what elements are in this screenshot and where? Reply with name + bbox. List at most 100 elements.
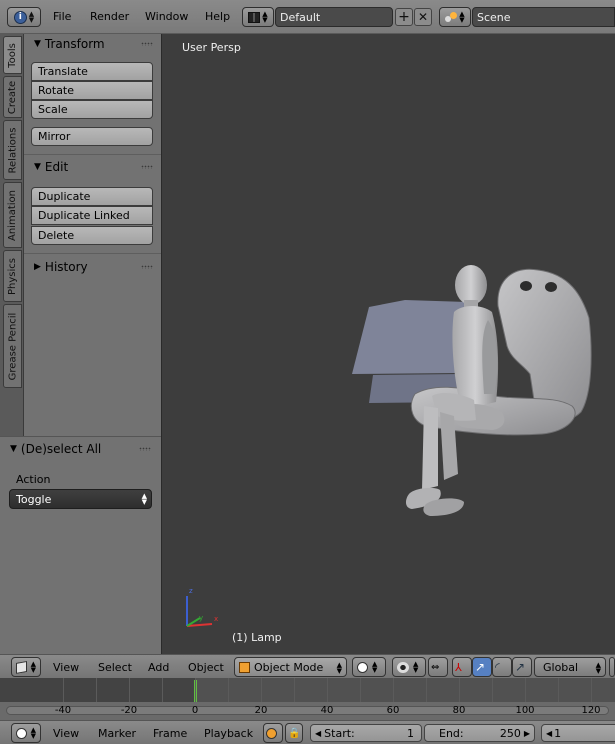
tab-tools[interactable]: Tools [3, 36, 22, 74]
screen-layout-selector[interactable]: ▲ ▼ [242, 7, 274, 27]
tab-physics[interactable]: Physics [3, 250, 22, 302]
operator-panel-header[interactable]: ▼ (De)select All [0, 439, 161, 459]
object-mode-icon [239, 661, 250, 673]
menu-select[interactable]: Select [98, 661, 132, 674]
updown-arrows-icon: ▲ ▼ [262, 10, 268, 24]
add-layout-icon[interactable]: + [395, 8, 413, 26]
end-value: 250 [499, 726, 521, 740]
layer-buttons[interactable] [609, 657, 615, 677]
timeline-editor[interactable]: -40 -20 0 20 40 60 80 100 120 [0, 678, 615, 720]
rotate-manipulator-icon[interactable]: ◜ [492, 657, 512, 677]
clock-icon [266, 727, 277, 739]
active-object-label: (1) Lamp [232, 631, 282, 644]
editor-type-button[interactable]: i ▲ ▼ [7, 7, 41, 27]
clock-icon [16, 727, 27, 739]
solid-shading-icon [357, 661, 368, 673]
menu-marker[interactable]: Marker [98, 727, 136, 740]
updown-arrows-icon: ▲ ▼ [141, 492, 147, 506]
tab-grease-pencil[interactable]: Grease Pencil [3, 304, 22, 388]
preview-range-button[interactable] [263, 723, 283, 743]
transform-orientation-selector[interactable]: Global ▲ ▼ [534, 657, 606, 677]
drag-grip-icon[interactable] [141, 165, 153, 169]
scene-selector[interactable]: ▲ ▼ [439, 7, 471, 27]
tab-animation[interactable]: Animation [3, 182, 22, 248]
tab-relations[interactable]: Relations [3, 120, 22, 180]
scale-manipulator-icon[interactable]: ↗ [512, 657, 532, 677]
timeline-grid-line [195, 678, 196, 702]
3d-viewport[interactable]: User Persp z y x (1) Lamp [161, 34, 615, 654]
timeline-grid-line [228, 678, 229, 702]
menu-help[interactable]: Help [205, 10, 230, 23]
rotate-icon: ◜ [495, 660, 500, 674]
tab-label: Grease Pencil [7, 312, 18, 380]
timeline-grid-line [294, 678, 295, 702]
menu-window[interactable]: Window [145, 10, 188, 23]
lock-range-button[interactable]: 🔒 [285, 723, 303, 743]
pivot-icon [397, 661, 409, 673]
menu-render[interactable]: Render [90, 10, 129, 23]
edit-panel-header[interactable]: ▼ Edit [24, 157, 161, 177]
scene-label: Scene [477, 10, 511, 24]
screen-layout-name[interactable]: Default [275, 7, 393, 27]
end-frame-field[interactable]: End: 250 ▶ [424, 724, 535, 742]
rotate-button[interactable]: Rotate [31, 81, 153, 100]
duplicate-linked-button[interactable]: Duplicate Linked [31, 206, 153, 225]
axis-y-label: y [199, 614, 204, 622]
menu-frame[interactable]: Frame [153, 727, 187, 740]
timeline-grid-line [129, 678, 130, 702]
button-label: Mirror [38, 130, 71, 143]
info-icon: i [13, 10, 27, 24]
mirror-button[interactable]: Mirror [31, 127, 153, 146]
delete-button[interactable]: Delete [31, 226, 153, 245]
drag-grip-icon[interactable] [141, 42, 153, 46]
increment-arrow-icon[interactable]: ▶ [524, 729, 530, 738]
editor-type-button[interactable]: ▲ ▼ [11, 657, 41, 677]
end-label: End: [439, 726, 464, 740]
transform-manipulator-icon[interactable]: ⅄ [452, 657, 472, 677]
updown-arrows-icon: ▲ ▼ [30, 726, 36, 740]
translate-manipulator-icon[interactable]: ↗ [472, 657, 492, 677]
transform-panel-header[interactable]: ▼ Transform [24, 34, 161, 54]
drag-grip-icon[interactable] [139, 447, 151, 451]
updown-arrows-icon: ▲ ▼ [336, 661, 342, 675]
axis-x-label: x [214, 615, 219, 623]
scale-button[interactable]: Scale [31, 100, 153, 119]
tab-label: Relations [7, 127, 18, 173]
menu-view[interactable]: View [53, 727, 79, 740]
action-select[interactable]: Toggle ▲ ▼ [9, 489, 152, 509]
timeline-tick-label: -20 [120, 705, 138, 716]
action-label: Action [16, 473, 51, 486]
tab-create[interactable]: Create [3, 76, 22, 118]
expanded-arrow-icon: ▼ [10, 444, 17, 454]
menu-file[interactable]: File [53, 10, 71, 23]
timeline-track-area[interactable] [0, 678, 615, 702]
updown-arrows-icon: ▲ ▼ [595, 661, 601, 675]
menu-playback[interactable]: Playback [204, 727, 253, 740]
translate-button[interactable]: Translate [31, 62, 153, 81]
menu-object[interactable]: Object [188, 661, 224, 674]
remove-layout-icon[interactable]: ✕ [414, 8, 432, 26]
editor-type-button[interactable]: ▲ ▼ [11, 723, 41, 743]
menu-add[interactable]: Add [148, 661, 169, 674]
menu-view[interactable]: View [53, 661, 79, 674]
manipulator-toggle[interactable]: ⇔ [428, 657, 448, 677]
pivot-point-selector[interactable]: ▲ ▼ [392, 657, 426, 677]
arrow-icon: ↗ [475, 660, 486, 674]
lock-icon: 🔒 [288, 727, 301, 739]
tool-shelf: ▼ Transform Translate Rotate Scale Mirro… [24, 34, 161, 436]
start-frame-field[interactable]: ◀ Start: 1 [310, 724, 422, 742]
duplicate-button[interactable]: Duplicate [31, 187, 153, 206]
operator-panel: ▼ (De)select All Action Toggle ▲ ▼ [0, 436, 161, 654]
cube-icon [16, 660, 27, 674]
viewport-shading-selector[interactable]: ▲ ▼ [352, 657, 386, 677]
current-frame-field[interactable]: ◀ 1 [541, 724, 615, 742]
history-panel-header[interactable]: ▶ History [24, 257, 161, 277]
expanded-arrow-icon: ▼ [34, 162, 41, 172]
updown-arrows-icon: ▲ ▼ [372, 660, 378, 674]
start-value: 1 [407, 726, 414, 740]
timeline-grid-line [525, 678, 526, 702]
scene-name[interactable]: Scene [472, 7, 615, 27]
drag-grip-icon[interactable] [141, 265, 153, 269]
mode-selector[interactable]: Object Mode ▲ ▼ [234, 657, 347, 677]
panel-divider [24, 253, 161, 254]
